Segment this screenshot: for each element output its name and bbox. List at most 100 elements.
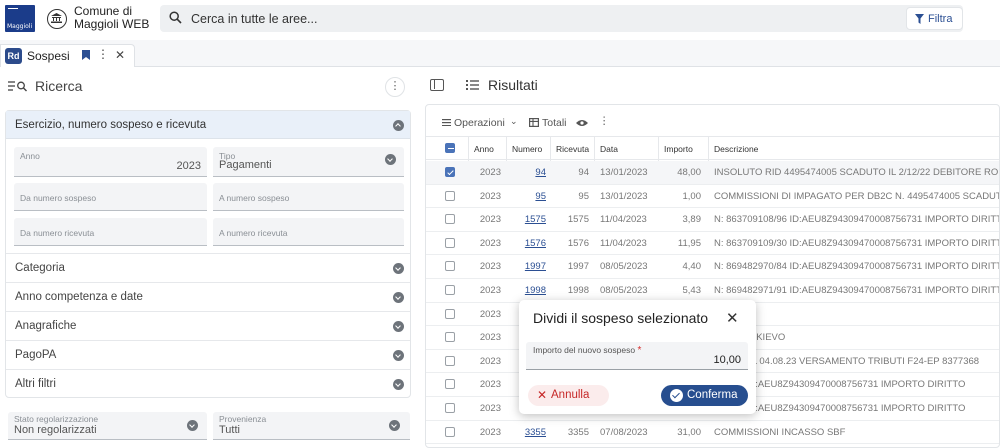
- row-checkbox[interactable]: [445, 237, 455, 248]
- cell-numero[interactable]: 1575: [506, 208, 546, 231]
- chevron-down-icon[interactable]: [393, 321, 404, 332]
- close-icon[interactable]: ✕: [115, 48, 125, 62]
- column-header[interactable]: Data: [594, 137, 658, 161]
- confirm-button[interactable]: Conferma: [661, 385, 748, 406]
- global-search[interactable]: Cerca in tutte le aree... Filtra: [160, 5, 963, 32]
- a-numero-ricevuta-field[interactable]: A numero ricevuta: [213, 218, 404, 246]
- anno-field[interactable]: Anno 2023: [14, 147, 207, 177]
- cell-ricevuta: 94: [578, 167, 589, 178]
- cell-descrizione: COMMISSIONI INCASSO SBF: [714, 426, 846, 438]
- totali-button[interactable]: Totali: [542, 117, 567, 129]
- chevron-down-icon[interactable]: [385, 154, 396, 165]
- column-header[interactable]: Ricevuta: [550, 137, 594, 161]
- cell-data: 13/01/2023: [600, 190, 648, 202]
- table-row[interactable]: 2023 1576 1576 11/04/2023 11,95 N: 863709109/…: [426, 232, 999, 256]
- row-checkbox[interactable]: [445, 403, 455, 413]
- tab-menu-icon[interactable]: ⋮: [97, 47, 109, 61]
- chevron-up-icon[interactable]: [393, 120, 404, 131]
- municipality-name[interactable]: Comune di Maggioli WEB: [74, 5, 149, 31]
- cell-descrizione: 249/64 ID:AEU8Z94309470008756731 IMPORTO…: [714, 379, 966, 391]
- row-checkbox[interactable]: [445, 190, 455, 201]
- row-checkbox[interactable]: [445, 261, 455, 272]
- cell-numero[interactable]: 1997: [506, 255, 546, 278]
- row-checkbox[interactable]: [445, 308, 455, 319]
- table-row[interactable]: 2023 1575 1575 11/04/2023 3,89 N: 863709108/9…: [426, 208, 999, 232]
- tipo-select[interactable]: Tipo Pagamenti: [213, 147, 404, 177]
- cancel-button[interactable]: ✕ Annulla: [528, 385, 609, 406]
- row-checkbox[interactable]: [445, 332, 455, 343]
- a-numero-ricevuta-placeholder: A numero ricevuta: [219, 228, 288, 238]
- cell-numero[interactable]: 3355: [506, 421, 546, 444]
- importo-label-text: Importo del nuovo sospeso: [533, 345, 636, 355]
- column-header[interactable]: Anno: [468, 137, 506, 161]
- filter-button[interactable]: Filtra: [906, 7, 963, 30]
- tipo-value: Pagamenti: [219, 159, 272, 171]
- cell-descrizione: INSOLUTO RID 4495474005 SCADUTO IL 2/12/…: [714, 167, 1000, 178]
- a-numero-sospeso-field[interactable]: A numero sospeso: [213, 183, 404, 211]
- row-checkbox[interactable]: [445, 355, 455, 366]
- cell-ricevuta: 1576: [567, 237, 589, 249]
- eye-icon[interactable]: [576, 119, 588, 127]
- cell-anno: 2023: [479, 355, 501, 367]
- column-header[interactable]: Importo: [658, 137, 708, 161]
- cell-importo: 31,00: [677, 426, 701, 438]
- cell-data: 11/04/2023: [600, 214, 647, 226]
- accordion-label: PagoPA: [15, 349, 57, 361]
- da-numero-sospeso-field[interactable]: Da numero sospeso: [14, 183, 207, 211]
- row-checkbox[interactable]: [445, 426, 455, 437]
- row-checkbox[interactable]: [445, 214, 455, 225]
- cell-anno: 2023: [479, 308, 501, 320]
- stato-value: Non regolarizzati: [14, 424, 97, 436]
- column-header[interactable]: Numero: [506, 137, 550, 161]
- more-options-icon[interactable]: ⋮: [599, 115, 610, 127]
- row-checkbox[interactable]: [445, 285, 455, 295]
- accordion-pagopa[interactable]: PagoPA: [6, 340, 410, 369]
- accordion-anagrafiche[interactable]: Anagrafiche: [6, 311, 410, 340]
- chevron-down-icon[interactable]: [393, 379, 404, 390]
- chevron-down-icon[interactable]: ⌄: [510, 116, 518, 127]
- tab-sospesi[interactable]: Rd Sospesi ⋮ ✕: [0, 44, 135, 67]
- chevron-down-icon[interactable]: [389, 420, 400, 431]
- sidebar-toggle-icon[interactable]: [430, 79, 444, 91]
- table-row[interactable]: 2023 94 94 13/01/2023 48,00 INSOLUTO RID 4495…: [426, 161, 1000, 185]
- list-icon: [466, 80, 479, 90]
- importo-input[interactable]: Importo del nuovo sospeso * 10,00: [526, 342, 748, 370]
- column-header[interactable]: Descrizione: [708, 137, 999, 161]
- cell-numero[interactable]: 1998: [506, 279, 546, 302]
- chevron-down-icon[interactable]: [393, 263, 404, 274]
- cell-numero[interactable]: 95: [506, 185, 546, 208]
- table-row[interactable]: 2023 3355 3355 07/08/2023 31,00 COMMISSIONI I…: [426, 421, 999, 445]
- section-esercizio[interactable]: Esercizio, numero sospeso e ricevuta: [6, 111, 410, 139]
- da-numero-ricevuta-field[interactable]: Da numero ricevuta: [14, 218, 207, 246]
- chevron-down-icon[interactable]: [187, 420, 198, 431]
- filter-icon: [915, 14, 924, 24]
- cell-anno: 2023: [479, 261, 501, 273]
- search-panel-menu-icon[interactable]: ⋮: [385, 77, 405, 97]
- cell-numero[interactable]: 1576: [506, 232, 546, 255]
- split-dialog: Dividi il sospeso selezionato ✕ Importo …: [519, 300, 756, 414]
- table-icon: [529, 118, 539, 127]
- operazioni-menu[interactable]: Operazioni: [454, 117, 505, 129]
- row-checkbox[interactable]: [445, 379, 455, 390]
- select-all-checkbox[interactable]: [445, 143, 455, 153]
- close-icon[interactable]: ✕: [726, 309, 739, 327]
- cell-anno: 2023: [479, 426, 501, 438]
- cell-numero[interactable]: 94: [506, 161, 546, 184]
- provenienza-select[interactable]: Provenienza Tutti: [213, 412, 410, 440]
- required-mark: *: [637, 345, 642, 356]
- bookmark-icon[interactable]: [82, 50, 90, 60]
- maggioli-logo[interactable]: Maggioli: [5, 5, 35, 32]
- results-title: Risultati: [488, 77, 538, 93]
- cell-descrizione: BITO DEL 04.08.23 VERSAMENTO TRIBUTI F24…: [714, 355, 980, 367]
- cell-anno: 2023: [479, 403, 501, 414]
- stato-regolarizzazione-select[interactable]: Stato regolarizzazione Non regolarizzati: [8, 412, 207, 440]
- table-row[interactable]: 2023 95 95 13/01/2023 1,00 COMMISSIONI DI IMP…: [426, 185, 999, 209]
- table-row[interactable]: 2023 1997 1997 08/05/2023 4,40 N: 869482970/8…: [426, 255, 999, 279]
- chevron-down-icon[interactable]: [393, 350, 404, 361]
- accordion-altri-filtri[interactable]: Altri filtri: [6, 369, 410, 398]
- chevron-down-icon[interactable]: [393, 292, 404, 303]
- accordion-categoria[interactable]: Categoria: [6, 253, 410, 282]
- row-checkbox[interactable]: [445, 167, 455, 177]
- table-row[interactable]: 2023 1998 1998 08/05/2023 5,43 N: 869482971/9…: [426, 279, 999, 303]
- accordion-anno-competenza[interactable]: Anno competenza e date: [6, 282, 410, 311]
